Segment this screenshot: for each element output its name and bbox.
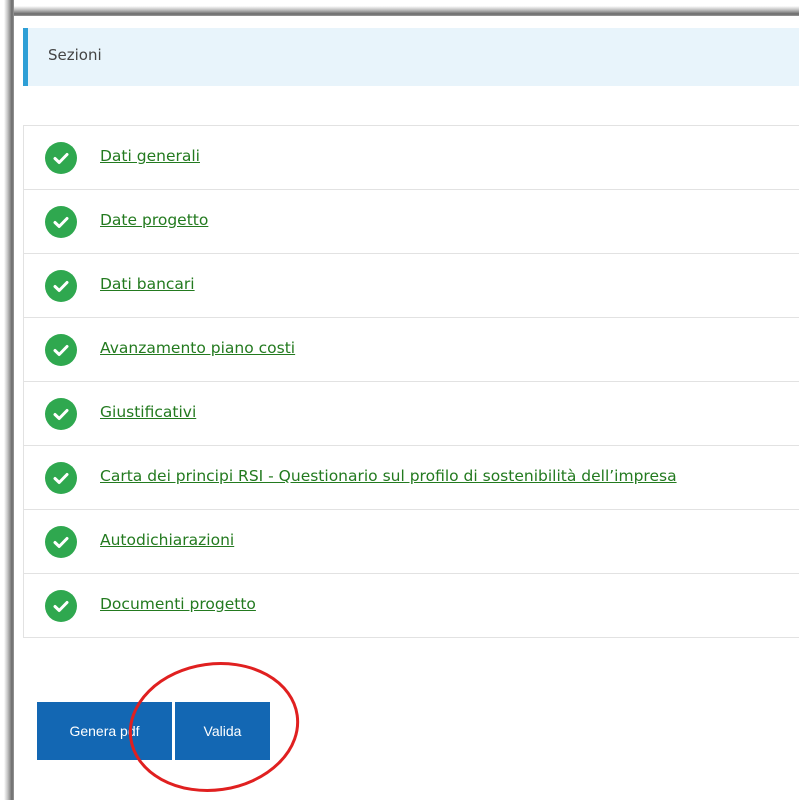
section-link-avanzamento-piano-costi[interactable]: Avanzamento piano costi (100, 339, 295, 357)
list-item: Documenti progetto (24, 574, 799, 638)
main-content: Sezioni Dati generali Date progetto Dati… (14, 16, 799, 800)
list-item: Giustificativi (24, 382, 799, 446)
section-title: Sezioni (48, 46, 102, 64)
list-item: Dati generali (24, 126, 799, 190)
list-item: Avanzamento piano costi (24, 318, 799, 382)
check-circle-icon (45, 206, 77, 238)
check-circle-icon (45, 526, 77, 558)
section-link-dati-generali[interactable]: Dati generali (100, 147, 200, 165)
list-item: Dati bancari (24, 254, 799, 318)
genera-pdf-button[interactable]: Genera pdf (37, 702, 172, 760)
list-item: Carta dei principi RSI - Questionario su… (24, 446, 799, 510)
section-link-dati-bancari[interactable]: Dati bancari (100, 275, 195, 293)
list-item: Date progetto (24, 190, 799, 254)
sections-list: Dati generali Date progetto Dati bancari… (23, 125, 799, 638)
section-link-documenti-progetto[interactable]: Documenti progetto (100, 595, 256, 613)
list-item: Autodichiarazioni (24, 510, 799, 574)
section-link-giustificativi[interactable]: Giustificativi (100, 403, 196, 421)
check-circle-icon (45, 398, 77, 430)
page: Sezioni Dati generali Date progetto Dati… (0, 0, 799, 800)
section-link-autodichiarazioni[interactable]: Autodichiarazioni (100, 531, 234, 549)
check-circle-icon (45, 462, 77, 494)
section-link-date-progetto[interactable]: Date progetto (100, 211, 208, 229)
check-circle-icon (45, 590, 77, 622)
section-link-carta-principi-rsi[interactable]: Carta dei principi RSI - Questionario su… (100, 467, 677, 485)
window-edge-top (0, 0, 799, 16)
valida-button[interactable]: Valida (175, 702, 270, 760)
window-edge-left (0, 0, 14, 800)
check-circle-icon (45, 270, 77, 302)
check-circle-icon (45, 142, 77, 174)
section-header: Sezioni (23, 28, 799, 86)
check-circle-icon (45, 334, 77, 366)
